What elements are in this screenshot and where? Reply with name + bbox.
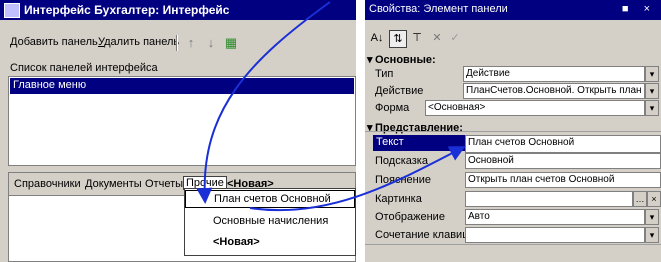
dropdown-item-new[interactable]: <Новая> xyxy=(213,236,260,248)
check-icon[interactable]: ✓ xyxy=(447,30,463,46)
display-field[interactable]: Авто xyxy=(465,209,645,225)
type-dropdown-button[interactable]: ▾ xyxy=(645,66,659,82)
properties-title: Свойства: Элемент панели xyxy=(369,3,508,15)
delete-panel-button[interactable]: Удалить панель xyxy=(98,36,179,48)
properties-icon[interactable]: ▦ xyxy=(224,36,238,50)
form-dropdown-button[interactable]: ▾ xyxy=(645,100,659,116)
list-item[interactable]: Главное меню xyxy=(10,78,354,94)
add-panel-button[interactable]: Добавить панель xyxy=(10,36,98,48)
explanation-field[interactable]: Открыть план счетов Основной xyxy=(465,172,661,188)
display-dropdown-button[interactable]: ▾ xyxy=(645,209,659,225)
form-label: Форма xyxy=(375,102,410,114)
shortcut-dropdown-button[interactable]: ▾ xyxy=(645,227,659,243)
window-buttons[interactable]: ■ × xyxy=(622,3,656,15)
explanation-label: Пояснение xyxy=(375,174,432,186)
dropdown-item-chart-of-accounts[interactable]: План счетов Основной xyxy=(185,190,355,208)
dropdown-item-basic-accruals[interactable]: Основные начисления xyxy=(213,215,328,227)
display-label: Отображение xyxy=(375,211,445,223)
move-down-icon[interactable]: ↓ xyxy=(204,36,218,50)
text-field[interactable]: План счетов Основной xyxy=(465,135,661,153)
menu-item-documents[interactable]: Документы xyxy=(85,178,142,190)
window-title: Интерфейс Бухгалтер: Интерфейс xyxy=(24,3,230,17)
shortcut-label: Сочетание клавиш xyxy=(375,229,472,241)
filter-icon[interactable]: ⊤ xyxy=(409,30,425,46)
grid-line xyxy=(365,131,661,132)
type-label: Тип xyxy=(375,68,394,80)
list-item-label: Главное меню xyxy=(13,79,87,91)
picture-clear-button[interactable]: × xyxy=(647,191,661,207)
type-field[interactable]: Действие xyxy=(463,66,645,82)
toolbar: Добавить панель Удалить панель ↑ ↓ ▦ xyxy=(0,33,356,53)
action-label: Действие xyxy=(375,85,424,97)
dropdown-item-label: План счетов Основной xyxy=(214,193,331,205)
grid-line xyxy=(365,244,661,245)
panel-list[interactable]: Главное меню xyxy=(8,76,356,166)
delete-icon[interactable]: ✕ xyxy=(429,30,445,46)
picture-label: Картинка xyxy=(375,193,422,205)
move-up-icon[interactable]: ↑ xyxy=(184,36,198,50)
sort-az-icon[interactable]: A↓ xyxy=(369,30,385,46)
title-bar[interactable]: Интерфейс Бухгалтер: Интерфейс xyxy=(0,0,356,20)
action-dropdown-button[interactable]: ▾ xyxy=(645,83,659,99)
dropdown-menu: План счетов Основной Основные начисления… xyxy=(184,188,356,256)
section-presentation[interactable]: ▾ Представление: xyxy=(367,121,463,134)
menu-item-directories[interactable]: Справочники xyxy=(14,178,81,190)
app-icon xyxy=(4,3,20,18)
section-basic[interactable]: ▾ Основные: xyxy=(367,53,436,66)
hint-label: Подсказка xyxy=(375,155,428,167)
picture-field[interactable] xyxy=(465,191,633,207)
toolbar-separator xyxy=(176,35,178,51)
text-label-selected[interactable]: Текст xyxy=(373,135,465,151)
properties-toolbar: A↓ ⇅ ⊤ ✕ ✓ xyxy=(365,28,661,48)
picture-browse-button[interactable]: … xyxy=(633,191,647,207)
panel-list-label: Список панелей интерфейса xyxy=(10,62,158,74)
shortcut-field[interactable] xyxy=(465,227,645,243)
action-field[interactable]: ПланСчетов.Основной. Открыть план счетов xyxy=(463,83,645,99)
menu-item-reports[interactable]: Отчеты xyxy=(145,178,183,190)
form-field[interactable]: <Основная> xyxy=(425,100,645,116)
hint-field[interactable]: Основной xyxy=(465,153,661,169)
sort-category-icon[interactable]: ⇅ xyxy=(389,30,407,48)
properties-title-bar[interactable]: Свойства: Элемент панели ■ × xyxy=(365,0,661,20)
properties-window: Свойства: Элемент панели ■ × A↓ ⇅ ⊤ ✕ ✓ … xyxy=(364,0,661,262)
